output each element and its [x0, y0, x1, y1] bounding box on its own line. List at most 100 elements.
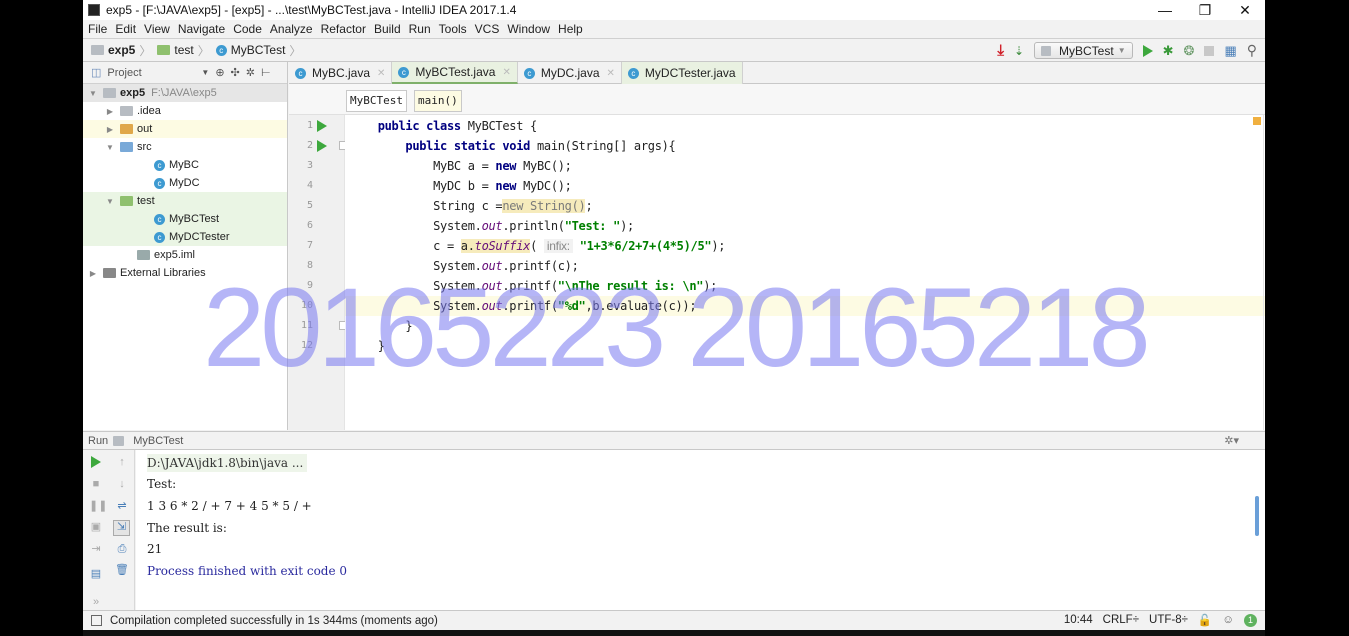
search-icon[interactable]: ⚲	[1247, 42, 1257, 59]
breadcrumb-folder[interactable]: test 〉	[157, 42, 210, 59]
tree-item[interactable]: ▶ out	[83, 120, 287, 138]
lock-icon[interactable]: 🔓	[1198, 613, 1212, 627]
menu-edit[interactable]: Edit	[115, 22, 136, 36]
print-icon[interactable]: ⎙	[115, 543, 129, 555]
close-tab-icon[interactable]: ✕	[377, 68, 385, 79]
tree-item[interactable]: ▼ exp5 F:\JAVA\exp5	[83, 84, 287, 102]
expand-arrow-icon[interactable]: ▶	[106, 125, 114, 134]
menu-bar: File Edit View Navigate Code Analyze Refactor B…	[83, 20, 1265, 38]
tree-item[interactable]: ▼ src	[83, 138, 287, 156]
settings-gear-icon[interactable]: ✲▾	[1224, 434, 1239, 447]
run-icon[interactable]	[1142, 44, 1153, 57]
project-view-select[interactable]: Project	[107, 67, 195, 79]
tab-mybctest[interactable]: c MyBCTest.java ✕	[392, 62, 518, 84]
tree-item[interactable]: c MyBC	[83, 156, 287, 174]
stop-icon[interactable]: ■	[89, 478, 103, 490]
stop-icon[interactable]	[1204, 45, 1215, 56]
tab-label: MyDC.java	[540, 66, 600, 80]
code-token: new	[495, 179, 524, 193]
layout-icon[interactable]: ▤	[89, 568, 103, 580]
expand-arrow-icon[interactable]: ▶	[89, 269, 97, 278]
make-project-icon[interactable]: ⤓	[997, 42, 1004, 59]
menu-file[interactable]: File	[88, 22, 107, 36]
menu-refactor[interactable]: Refactor	[321, 22, 366, 36]
collapse-arrow-icon[interactable]: ▼	[106, 197, 114, 206]
console-line: Test:	[147, 477, 177, 491]
caret-position[interactable]: 10:44	[1064, 614, 1093, 626]
console-output[interactable]: D:\JAVA\jdk1.8\bin\java ... Test: 1 3 6 …	[136, 450, 1265, 610]
menu-view[interactable]: View	[144, 22, 170, 36]
tree-item[interactable]: ▶ External Libraries	[83, 264, 287, 282]
menu-analyze[interactable]: Analyze	[270, 22, 313, 36]
tree-item[interactable]: c MyDC	[83, 174, 287, 192]
menu-window[interactable]: Window	[507, 22, 550, 36]
breadcrumb-project[interactable]: exp5 〉	[91, 42, 151, 59]
line-separator[interactable]: CRLF÷	[1103, 614, 1139, 626]
hector-icon[interactable]: ☺	[1222, 614, 1234, 626]
console-scrollbar[interactable]	[1255, 496, 1259, 536]
exit-icon[interactable]: ⇥	[89, 543, 103, 555]
menu-run[interactable]: Run	[409, 22, 431, 36]
editor-crumb-method[interactable]: main()	[414, 90, 462, 112]
collapse-arrow-icon[interactable]: ▼	[89, 89, 97, 98]
up-arrow-icon[interactable]: ↑	[115, 456, 129, 468]
notifications-badge[interactable]: 1	[1244, 613, 1257, 627]
hide-icon[interactable]: ⊢	[261, 66, 271, 79]
code-editor[interactable]: public class MyBCTest { public static vo…	[345, 115, 1265, 430]
menu-help[interactable]: Help	[558, 22, 583, 36]
tab-mydctester[interactable]: c MyDCTester.java	[621, 62, 743, 84]
scroll-from-source-icon[interactable]: ⊕	[215, 66, 224, 79]
menu-navigate[interactable]: Navigate	[178, 22, 225, 36]
editor-crumb-class[interactable]: MyBCTest	[346, 90, 407, 112]
close-tab-icon[interactable]: ✕	[607, 68, 615, 79]
tool-window-toggle-icon[interactable]	[91, 615, 102, 626]
clear-all-icon[interactable]: 🗑	[115, 564, 129, 576]
rerun-icon[interactable]	[91, 456, 101, 468]
tree-item[interactable]: c MyBCTest	[83, 210, 287, 228]
line-number: 11	[300, 320, 313, 331]
tree-item[interactable]: ▼ test	[83, 192, 287, 210]
library-icon	[103, 268, 116, 278]
module-icon	[103, 88, 116, 98]
line-number: 4	[306, 180, 313, 191]
project-structure-icon[interactable]: ▦	[1224, 43, 1236, 59]
tree-item[interactable]: exp5.iml	[83, 246, 287, 264]
restore-button[interactable]: ❐	[1185, 0, 1225, 20]
line-number: 1	[306, 120, 313, 131]
run-gutter-icon[interactable]	[317, 120, 327, 132]
run-config-select[interactable]: MyBCTest ▼	[1034, 42, 1133, 59]
dropdown-icon[interactable]: ▼	[201, 68, 209, 77]
menu-vcs[interactable]: VCS	[475, 22, 500, 36]
menu-tools[interactable]: Tools	[439, 22, 467, 36]
tree-item[interactable]: c MyDCTester	[83, 228, 287, 246]
sort-icon[interactable]: ⇣	[1014, 44, 1024, 58]
run-gutter-icon[interactable]	[317, 140, 327, 152]
collapse-icon[interactable]: ✣	[231, 66, 240, 79]
run-tab-label[interactable]: MyBCTest	[133, 435, 183, 447]
tab-mybc[interactable]: c MyBC.java ✕	[289, 62, 393, 84]
collapse-arrow-icon[interactable]: ▼	[106, 143, 114, 152]
menu-code[interactable]: Code	[233, 22, 262, 36]
close-tab-icon[interactable]: ✕	[502, 67, 510, 78]
gear-icon[interactable]: ✲	[246, 66, 255, 79]
scroll-to-end-icon[interactable]: ⇲	[113, 520, 130, 536]
down-arrow-icon[interactable]: ↓	[115, 478, 129, 490]
debug-icon[interactable]: ✱	[1163, 43, 1174, 59]
expand-arrow-icon[interactable]: ▶	[106, 107, 114, 116]
breadcrumb-class[interactable]: c MyBCTest 〉	[215, 42, 301, 59]
pause-icon[interactable]: ❚❚	[89, 500, 107, 512]
menu-build[interactable]: Build	[374, 22, 401, 36]
close-button[interactable]: ✕	[1225, 0, 1265, 20]
tree-item[interactable]: ▶ .idea	[83, 102, 287, 120]
file-encoding[interactable]: UTF-8÷	[1149, 614, 1188, 626]
minimize-button[interactable]: —	[1145, 0, 1185, 20]
code-token: );	[711, 239, 726, 253]
tab-mydc[interactable]: c MyDC.java ✕	[518, 62, 622, 84]
more-icon[interactable]: »	[89, 596, 103, 608]
soft-wrap-icon[interactable]: ⇌	[115, 500, 129, 512]
class-icon: c	[154, 177, 165, 189]
dump-threads-icon[interactable]: ▣	[89, 521, 103, 533]
code-token: System.	[350, 259, 482, 273]
inspection-status-icon[interactable]	[1253, 117, 1261, 125]
coverage-icon[interactable]: ❂	[1184, 43, 1195, 59]
